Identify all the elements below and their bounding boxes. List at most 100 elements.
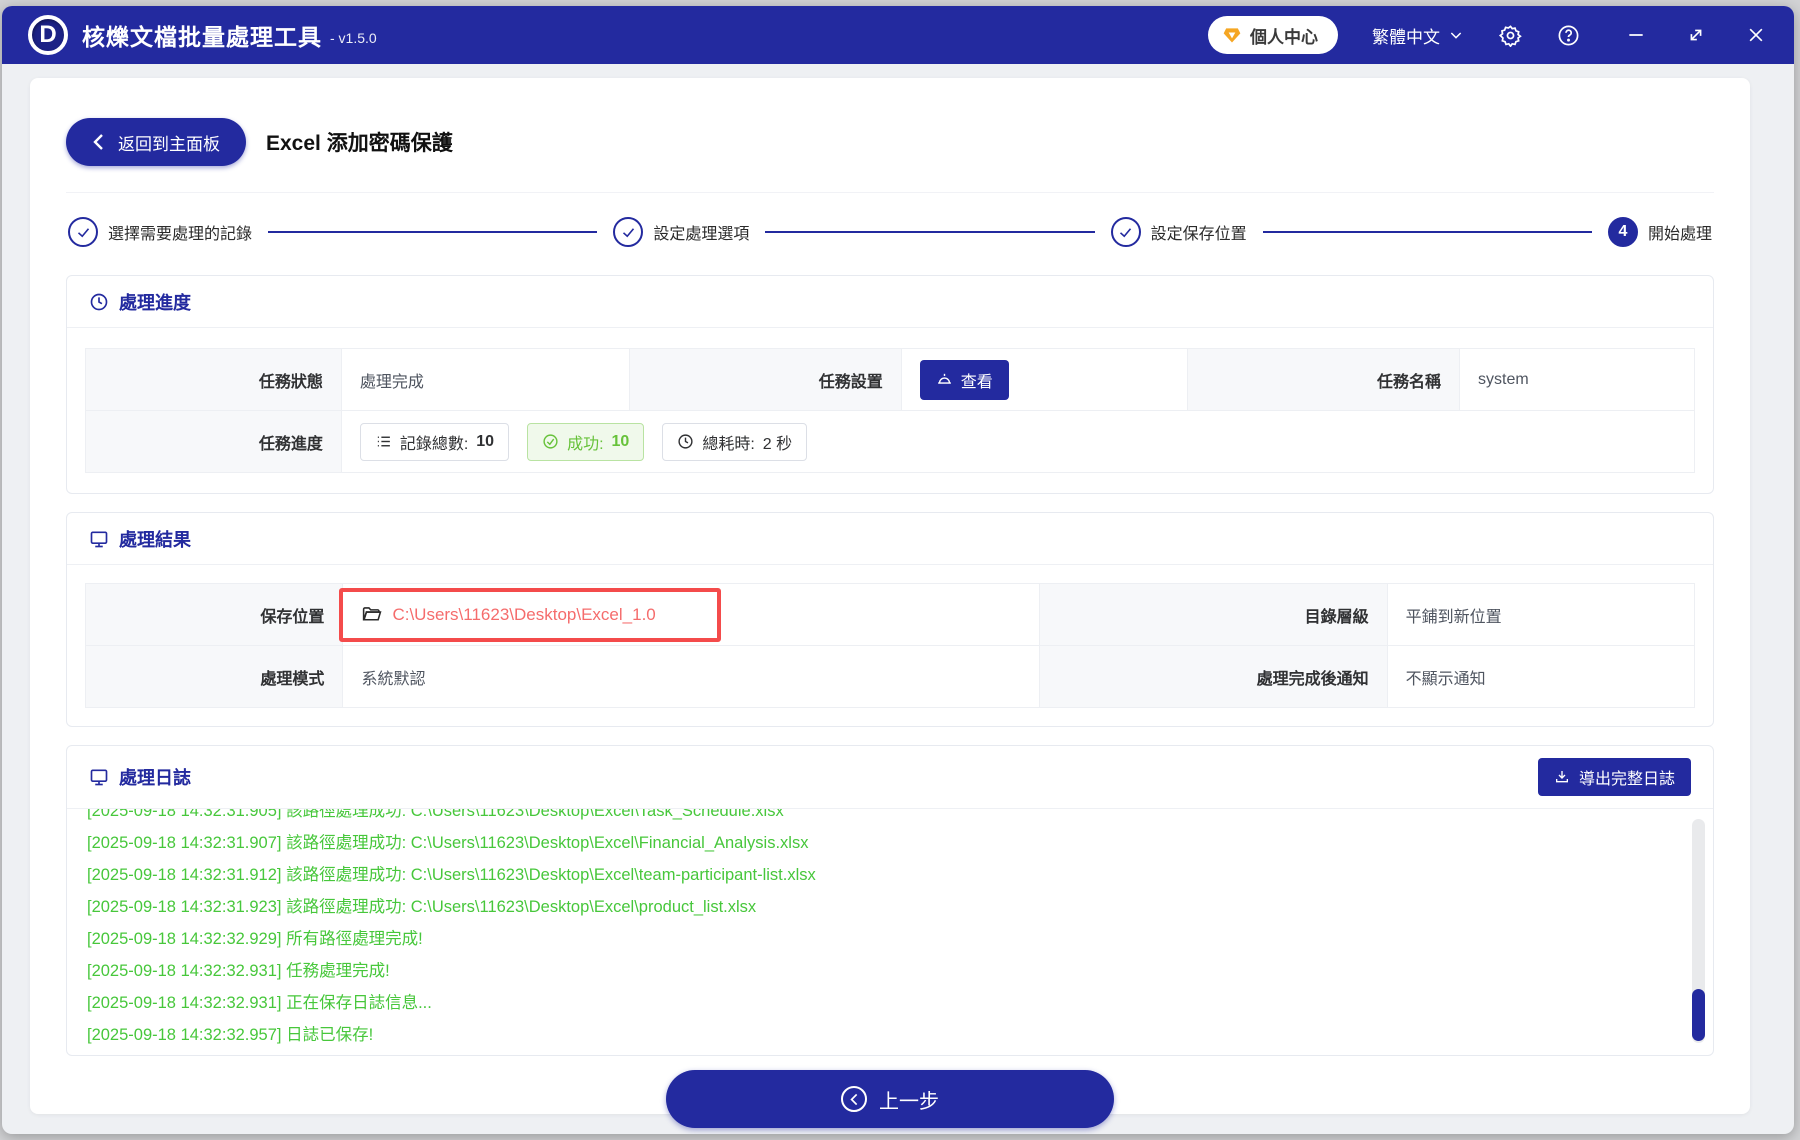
progress-panel-title: 處理進度 — [119, 289, 191, 315]
progress-panel-body: 任務狀態 處理完成 任務設置 查看 — [67, 328, 1713, 493]
log-panel: 處理日誌 導出完整日誌 [2025-09-18 14:32:31.905] 該路… — [66, 745, 1714, 1056]
user-center-button[interactable]: 個人中心 — [1208, 16, 1338, 54]
page-title: Excel 添加密碼保護 — [266, 127, 453, 157]
task-name-label: 任務名稱 — [1188, 349, 1460, 411]
step-4: 4 開始處理 — [1608, 217, 1712, 247]
clock-icon — [677, 433, 694, 450]
records-count-label: 記錄總數: — [400, 430, 468, 454]
settings-gear-icon[interactable] — [1498, 23, 1522, 47]
log-lines: [2025-09-18 14:32:31.905] 該路徑處理成功: C:\Us… — [87, 809, 1693, 1051]
download-icon — [1554, 769, 1570, 785]
notify-label: 處理完成後通知 — [1040, 646, 1388, 708]
language-label: 繁體中文 — [1372, 23, 1440, 48]
log-line: [2025-09-18 14:32:32.931] 任務處理完成! — [87, 955, 1693, 987]
records-count-badge: 記錄總數: 10 — [360, 423, 509, 461]
log-scrollbar-thumb[interactable] — [1692, 989, 1705, 1041]
log-panel-header: 處理日誌 導出完整日誌 — [67, 746, 1713, 809]
process-mode-label: 處理模式 — [86, 646, 343, 708]
step-1: 選擇需要處理的記錄 — [68, 217, 252, 247]
log-output[interactable]: [2025-09-18 14:32:31.905] 該路徑處理成功: C:\Us… — [67, 809, 1713, 1055]
progress-table: 任務狀態 處理完成 任務設置 查看 — [85, 348, 1695, 473]
elapsed-time-value: 2 秒 — [763, 430, 792, 454]
result-panel-body: 保存位置 C:\Users\11623\Desk — [67, 565, 1713, 726]
folder-open-icon — [361, 604, 382, 625]
elapsed-time-badge: 總耗時: 2 秒 — [662, 423, 807, 461]
previous-step-button[interactable]: 上一步 — [666, 1070, 1114, 1128]
titlebar: D 核爍文檔批量處理工具 - v1.5.0 個人中心 繁體中文 — [2, 6, 1794, 64]
log-line: [2025-09-18 14:32:31.905] 該路徑處理成功: C:\Us… — [87, 809, 1693, 827]
vip-gem-icon — [1222, 25, 1242, 45]
task-settings-cell: 查看 — [901, 349, 1187, 411]
app-logo-icon: D — [28, 15, 68, 55]
log-scrollbar[interactable] — [1692, 819, 1705, 1043]
card-header: 返回到主面板 Excel 添加密碼保護 — [66, 78, 1714, 193]
result-panel: 處理結果 保存位置 — [66, 512, 1714, 727]
maximize-button[interactable] — [1684, 23, 1708, 47]
directory-level-label: 目錄層級 — [1040, 584, 1388, 646]
progress-panel-header: 處理進度 — [67, 276, 1713, 328]
task-progress-cell: 記錄總數: 10 — [341, 411, 1694, 473]
success-badge: 成功: 10 — [527, 423, 644, 461]
app-window: D 核爍文檔批量處理工具 - v1.5.0 個人中心 繁體中文 — [2, 6, 1794, 1134]
minimize-button[interactable] — [1624, 23, 1648, 47]
export-log-button[interactable]: 導出完整日誌 — [1538, 758, 1691, 796]
app-version: - v1.5.0 — [330, 30, 377, 46]
log-line: [2025-09-18 14:32:31.923] 該路徑處理成功: C:\Us… — [87, 891, 1693, 923]
save-location-cell: C:\Users\11623\Desktop\Excel_1.0 — [343, 584, 1040, 646]
monitor-icon — [89, 529, 109, 549]
chevron-left-icon — [92, 133, 106, 151]
step-3-label: 設定保存位置 — [1151, 220, 1247, 244]
elapsed-time-label: 總耗時: — [702, 430, 754, 454]
process-mode-value: 系統默認 — [343, 646, 1040, 708]
step-3: 設定保存位置 — [1111, 217, 1247, 247]
monitor-icon — [89, 767, 109, 787]
task-name-value: system — [1460, 349, 1695, 411]
help-icon[interactable] — [1556, 23, 1580, 47]
previous-step-label: 上一步 — [879, 1085, 939, 1114]
export-log-label: 導出完整日誌 — [1579, 765, 1675, 789]
user-center-label: 個人中心 — [1250, 23, 1318, 48]
log-panel-title: 處理日誌 — [119, 764, 191, 790]
result-panel-title: 處理結果 — [119, 526, 191, 552]
success-value: 10 — [612, 433, 630, 451]
back-to-dashboard-button[interactable]: 返回到主面板 — [66, 118, 246, 166]
language-selector[interactable]: 繁體中文 — [1372, 23, 1464, 48]
result-panel-header: 處理結果 — [67, 513, 1713, 565]
log-line: [2025-09-18 14:32:32.931] 正在保存日誌信息... — [87, 987, 1693, 1019]
step-2: 設定處理選項 — [613, 217, 749, 247]
chevron-down-icon — [1448, 27, 1464, 43]
result-table: 保存位置 C:\Users\11623\Desk — [85, 583, 1695, 708]
task-status-value: 處理完成 — [341, 349, 629, 411]
step-4-number: 4 — [1608, 217, 1638, 247]
clock-icon — [89, 292, 109, 312]
log-line: [2025-09-18 14:32:31.912] 該路徑處理成功: C:\Us… — [87, 859, 1693, 891]
footer: 上一步 — [66, 1056, 1714, 1128]
step-2-label: 設定處理選項 — [653, 220, 749, 244]
check-circle-icon — [542, 433, 559, 450]
save-location-path[interactable]: C:\Users\11623\Desktop\Excel_1.0 — [392, 605, 655, 625]
step-3-check-icon — [1111, 217, 1141, 247]
step-indicator: 選擇需要處理的記錄 設定處理選項 設定保存位置 — [66, 193, 1714, 275]
task-settings-label: 任務設置 — [629, 349, 901, 411]
content-card: 返回到主面板 Excel 添加密碼保護 選擇需要處理的記錄 設定處理選 — [30, 78, 1750, 1114]
view-icon — [936, 371, 953, 388]
close-button[interactable] — [1744, 23, 1768, 47]
main-area: 返回到主面板 Excel 添加密碼保護 選擇需要處理的記錄 設定處理選 — [2, 64, 1794, 1134]
task-status-label: 任務狀態 — [86, 349, 342, 411]
step-connector — [268, 231, 597, 233]
task-progress-label: 任務進度 — [86, 411, 342, 473]
notify-value: 不顯示通知 — [1387, 646, 1694, 708]
step-4-label: 開始處理 — [1648, 220, 1712, 244]
records-count-value: 10 — [476, 433, 494, 451]
log-line: [2025-09-18 14:32:32.957] 日誌已保存! — [87, 1019, 1693, 1051]
view-button-label: 查看 — [961, 368, 993, 392]
success-label: 成功: — [567, 430, 603, 454]
log-line: [2025-09-18 14:32:31.907] 該路徑處理成功: C:\Us… — [87, 827, 1693, 859]
step-2-check-icon — [613, 217, 643, 247]
view-settings-button[interactable]: 查看 — [920, 360, 1009, 400]
progress-panel: 處理進度 任務狀態 處理完成 任務設置 — [66, 275, 1714, 494]
app-title: 核爍文檔批量處理工具 — [82, 18, 322, 52]
log-line: [2025-09-18 14:32:32.929] 所有路徑處理完成! — [87, 923, 1693, 955]
save-location-label: 保存位置 — [86, 584, 343, 646]
step-1-check-icon — [68, 217, 98, 247]
